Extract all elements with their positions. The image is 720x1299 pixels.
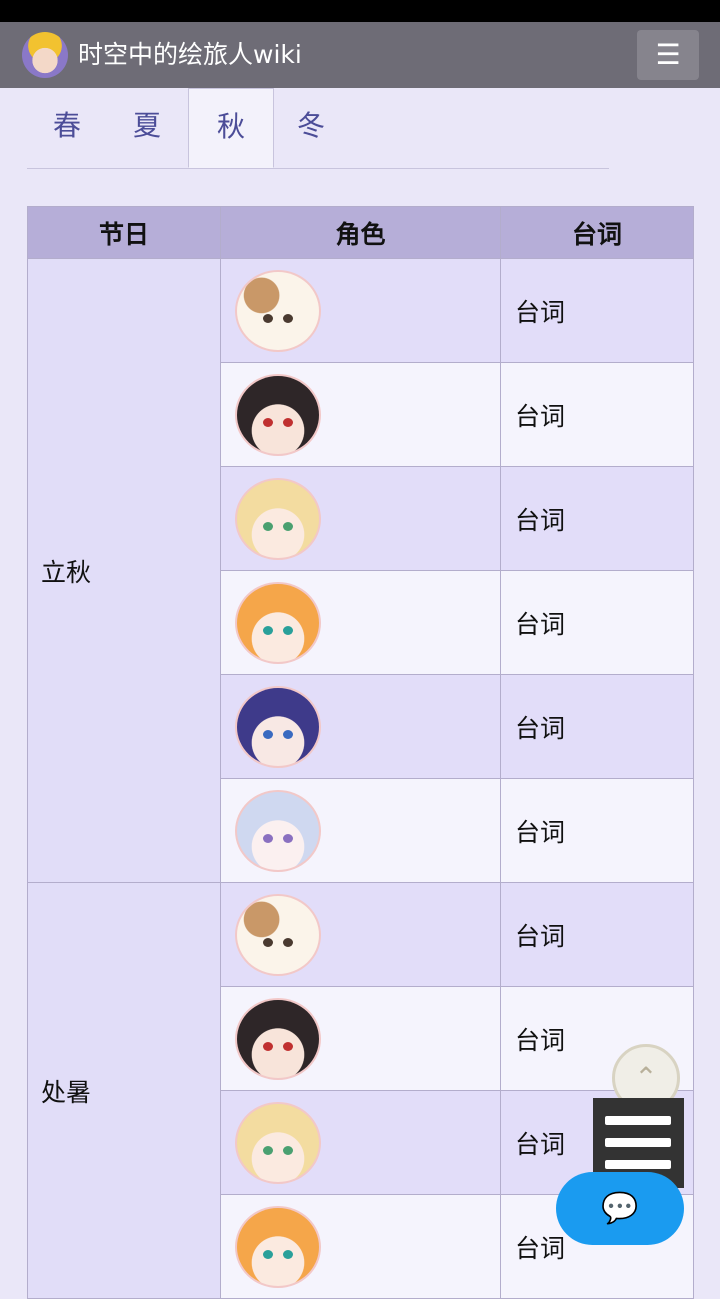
character-cell bbox=[220, 674, 501, 779]
orange-hair-avatar[interactable] bbox=[237, 583, 319, 662]
cat-avatar[interactable] bbox=[237, 271, 319, 350]
site-logo[interactable] bbox=[22, 32, 68, 78]
purple-hair-glasses-avatar[interactable] bbox=[237, 687, 319, 766]
dark-hair-avatar[interactable] bbox=[237, 999, 319, 1078]
compass-icon: ⌃ bbox=[634, 1061, 658, 1094]
avatar-eye bbox=[263, 1249, 273, 1259]
avatar-eye bbox=[263, 313, 273, 323]
avatar-eye bbox=[283, 833, 293, 843]
status-bar bbox=[0, 0, 720, 22]
line-cell[interactable]: 台词 bbox=[500, 362, 694, 467]
character-cell bbox=[220, 466, 501, 571]
line-cell[interactable]: 台词 bbox=[500, 570, 694, 675]
line-cell[interactable]: 台词 bbox=[500, 466, 694, 571]
header-line: 台词 bbox=[500, 206, 694, 259]
avatar-eye bbox=[263, 521, 273, 531]
character-cell bbox=[220, 570, 501, 675]
chat-bubbles-icon: 💬 bbox=[601, 1191, 639, 1226]
tab-autumn[interactable]: 秋 bbox=[188, 88, 274, 168]
avatar-eye bbox=[263, 417, 273, 427]
line-cell[interactable]: 台词 bbox=[500, 778, 694, 883]
avatar-eye bbox=[283, 1145, 293, 1155]
character-cell bbox=[220, 986, 501, 1091]
character-cell bbox=[220, 1090, 501, 1195]
table-row: 立秋 台词 bbox=[27, 258, 694, 883]
character-cell bbox=[220, 1194, 501, 1299]
tab-summer[interactable]: 夏 bbox=[133, 88, 161, 168]
season-tabs: 春 夏 秋 冬 bbox=[27, 88, 609, 169]
list-icon: ☰ bbox=[655, 38, 681, 71]
avatar-eye bbox=[283, 937, 293, 947]
festival-name: 立秋 bbox=[27, 258, 221, 883]
character-cell bbox=[220, 778, 501, 883]
header-festival: 节日 bbox=[27, 206, 221, 259]
line-cell[interactable]: 台词 bbox=[500, 882, 694, 987]
avatar-eye bbox=[283, 521, 293, 531]
tab-winter[interactable]: 冬 bbox=[297, 88, 325, 168]
character-cell bbox=[220, 258, 501, 363]
character-cell bbox=[220, 362, 501, 467]
blonde-hair-avatar[interactable] bbox=[237, 479, 319, 558]
festival-name: 处暑 bbox=[27, 882, 221, 1299]
avatar-eye bbox=[283, 417, 293, 427]
avatar-eye bbox=[283, 729, 293, 739]
avatar-eye bbox=[263, 625, 273, 635]
avatar-eye bbox=[263, 833, 273, 843]
avatar-eye bbox=[263, 937, 273, 947]
silver-hair-avatar[interactable] bbox=[237, 791, 319, 870]
avatar-eye bbox=[283, 313, 293, 323]
blonde-hair-avatar[interactable] bbox=[237, 1103, 319, 1182]
line-cell[interactable]: 台词 bbox=[500, 258, 694, 363]
table-row: 处暑 台词 bbox=[27, 882, 694, 1299]
site-header: 时空中的绘旅人wiki ☰ bbox=[0, 22, 720, 88]
cat-avatar[interactable] bbox=[237, 895, 319, 974]
site-title[interactable]: 时空中的绘旅人wiki bbox=[78, 22, 302, 88]
dark-hair-avatar[interactable] bbox=[237, 375, 319, 454]
tab-spring[interactable]: 春 bbox=[53, 88, 81, 168]
avatar-eye bbox=[263, 1041, 273, 1051]
orange-hair-avatar[interactable] bbox=[237, 1207, 319, 1286]
avatar-eye bbox=[263, 1145, 273, 1155]
avatar-eye bbox=[283, 1041, 293, 1051]
chat-button[interactable]: 💬 bbox=[556, 1172, 684, 1245]
character-cell bbox=[220, 882, 501, 987]
avatar-eye bbox=[283, 625, 293, 635]
line-cell[interactable]: 台词 bbox=[500, 674, 694, 779]
header-character: 角色 bbox=[220, 206, 501, 259]
avatar-eye bbox=[283, 1249, 293, 1259]
avatar-eye bbox=[263, 729, 273, 739]
menu-button[interactable]: ☰ bbox=[637, 30, 699, 80]
